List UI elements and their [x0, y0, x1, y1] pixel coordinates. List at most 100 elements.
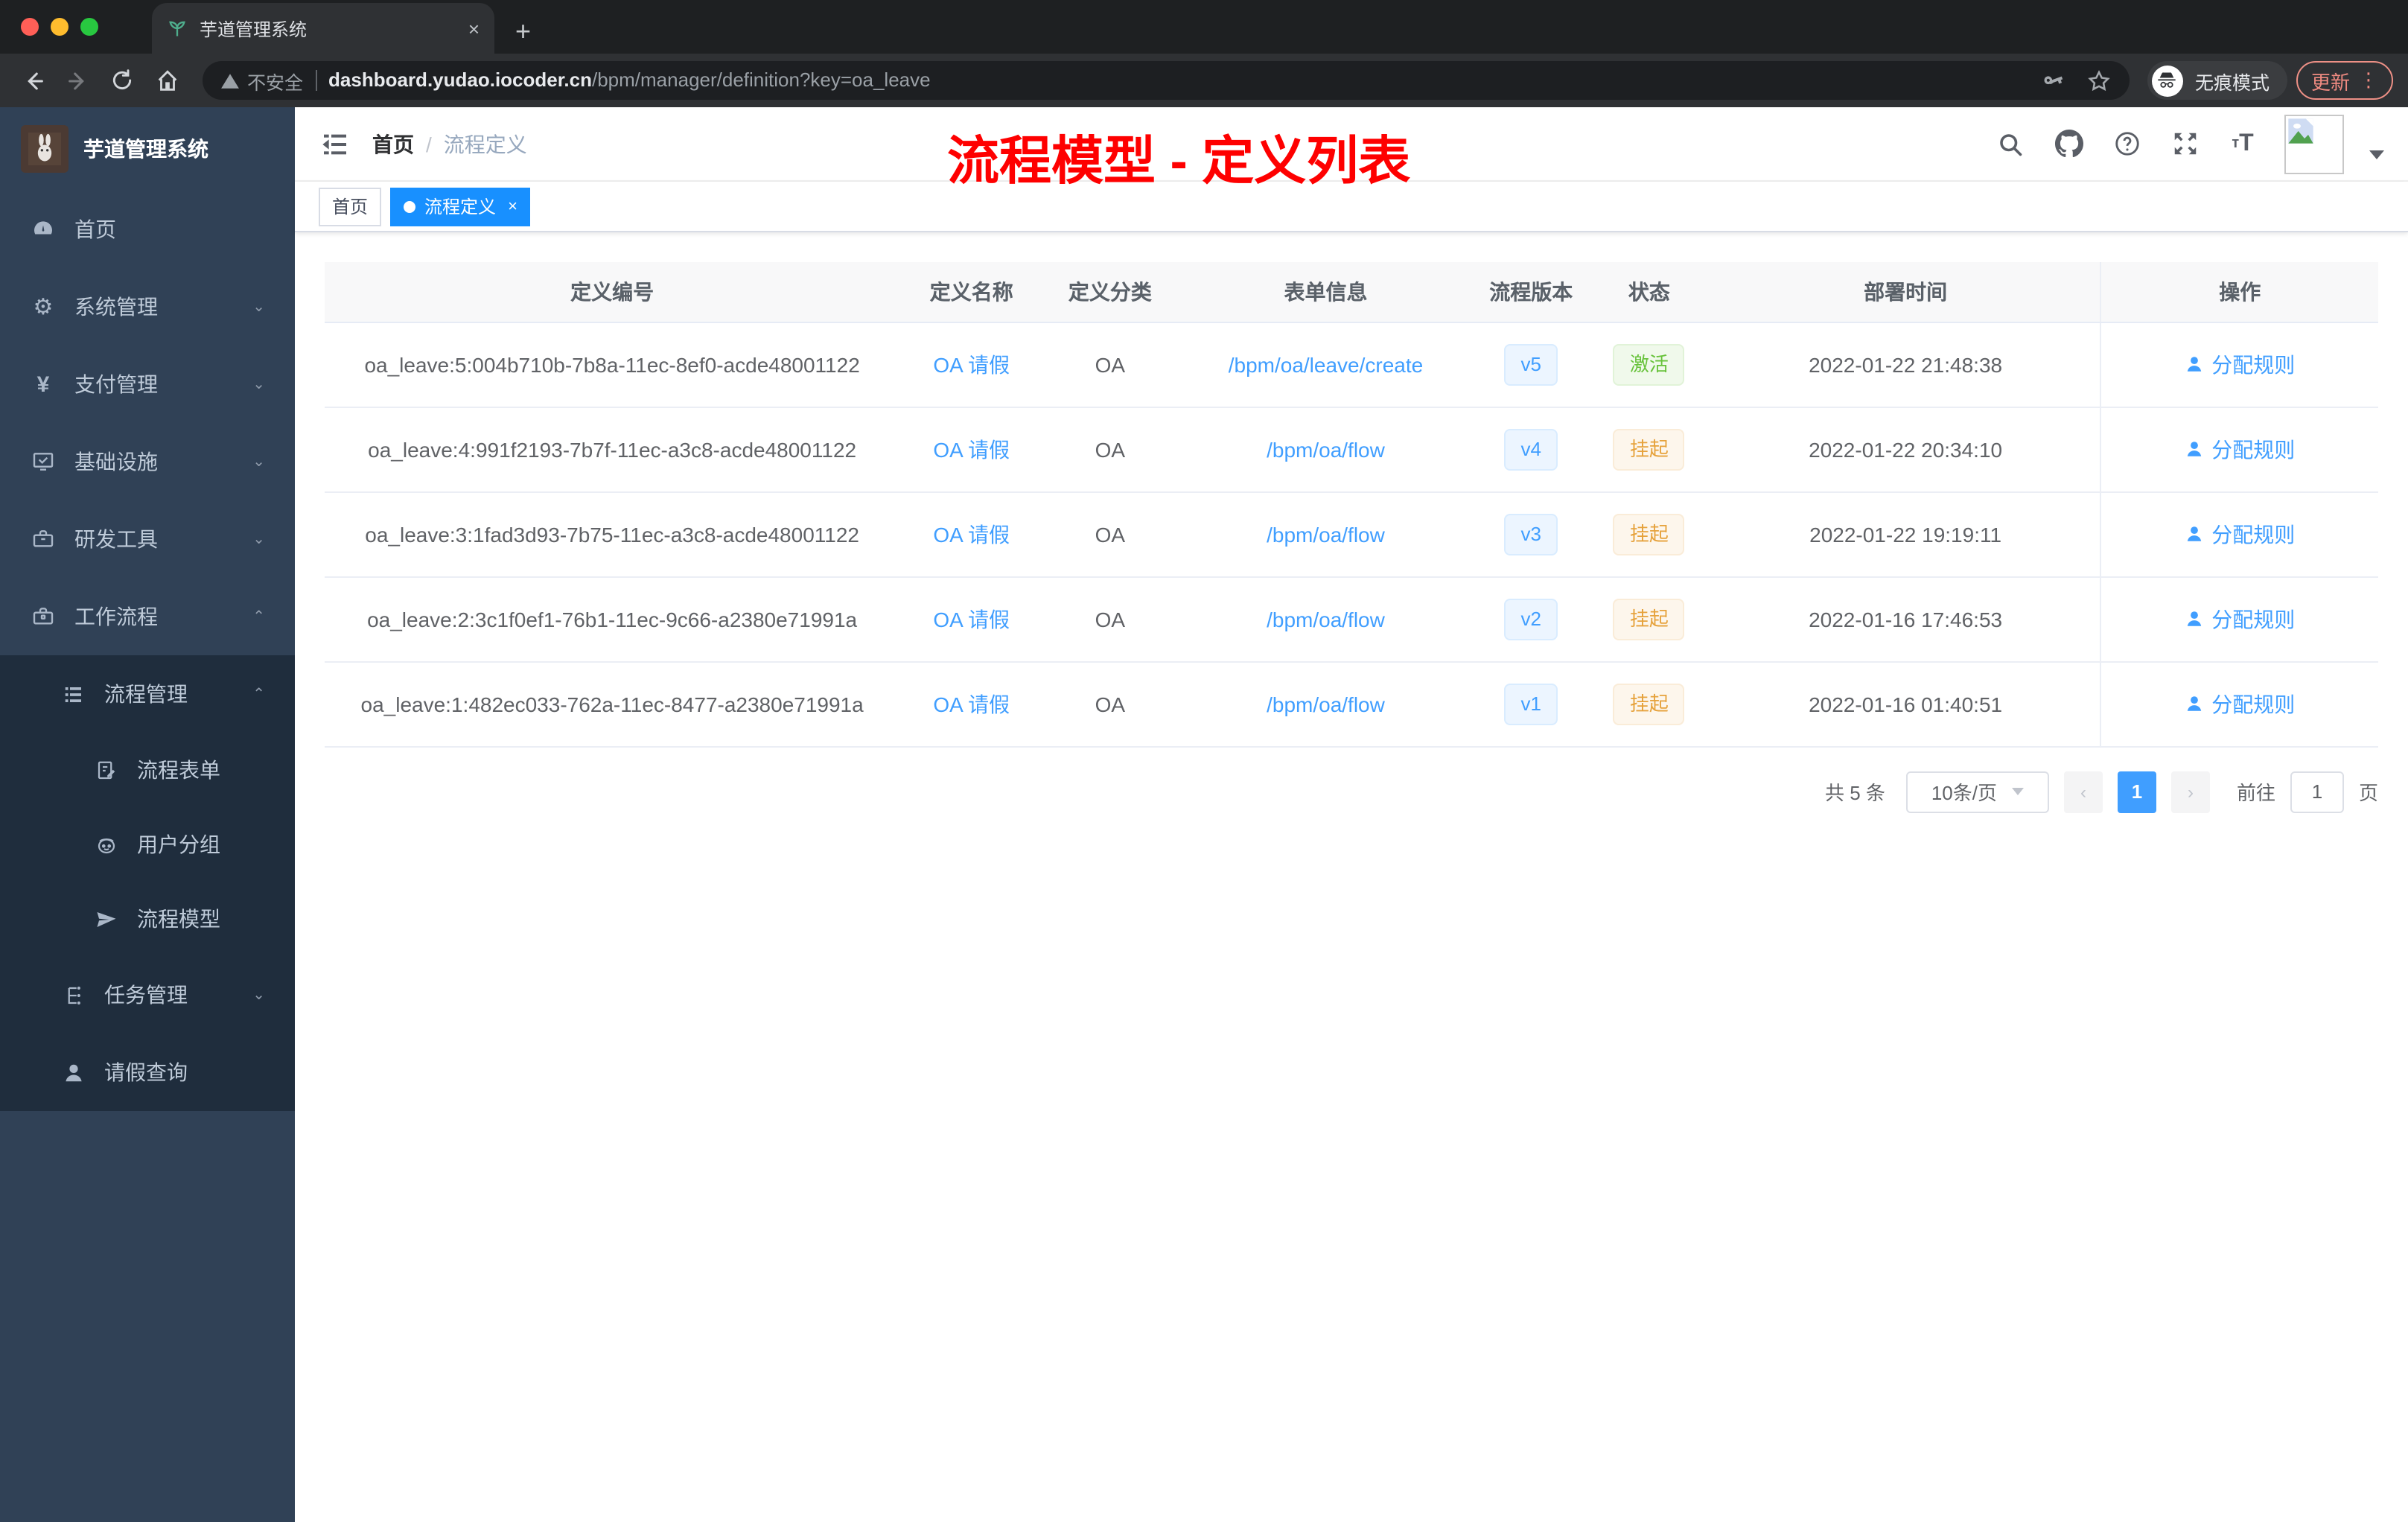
back-icon[interactable] [15, 63, 51, 98]
definition-name-link[interactable]: OA 请假 [933, 607, 1010, 631]
status-badge: 挂起 [1613, 683, 1685, 725]
goto-label: 前往 [2236, 782, 2275, 804]
goto-page-input[interactable] [2290, 771, 2344, 812]
send-icon [92, 908, 119, 930]
main-area: 流程模型 - 定义列表 首页 / 流程定义 т T 首页 流程定义 × 定义编号… [295, 107, 2408, 1522]
forward-icon[interactable] [60, 63, 95, 98]
yen-icon: ¥ [36, 372, 50, 397]
breadcrumb-separator: / [426, 132, 432, 156]
sidebar-logo[interactable]: 芋道管理系统 [0, 107, 295, 191]
tree-icon [60, 984, 86, 1006]
tag-close-icon[interactable]: × [508, 197, 517, 215]
col-deploy-time: 部署时间 [1710, 262, 2101, 322]
cell-deploy-time: 2022-01-16 17:46:53 [1710, 576, 2101, 662]
table-row: oa_leave:1:482ec033-762a-11ec-8477-a2380… [325, 661, 2378, 747]
status-badge: 挂起 [1613, 428, 1685, 470]
browser-toolbar: 不安全 dashboard.yudao.iocoder.cn/bpm/manag… [0, 54, 2408, 107]
reload-icon[interactable] [104, 63, 140, 98]
security-chip[interactable]: 不安全 [220, 66, 303, 95]
assign-rule-button[interactable]: 分配规则 [2185, 604, 2295, 634]
sidebar-item-task-manage[interactable]: 任务管理 ⌄ [0, 956, 295, 1034]
page-number-1[interactable]: 1 [2117, 771, 2156, 812]
sidebar-item-process-model[interactable]: 流程模型 [0, 882, 295, 956]
dashboard-icon [30, 217, 57, 241]
monitor-icon [30, 450, 57, 474]
window-zoom-button[interactable] [80, 18, 98, 36]
cell-category: OA [1043, 491, 1177, 577]
github-icon[interactable] [2052, 127, 2085, 160]
bookmark-star-icon[interactable] [2086, 68, 2112, 93]
form-link[interactable]: /bpm/oa/flow [1267, 607, 1385, 631]
browser-tab[interactable]: 芋道管理系统 × [152, 3, 494, 54]
next-page-button[interactable]: › [2170, 771, 2210, 812]
definition-name-link[interactable]: OA 请假 [933, 522, 1010, 546]
select-caret-icon [2012, 788, 2024, 795]
sidebar-item-pay[interactable]: ¥ 支付管理 ⌄ [0, 346, 295, 423]
favicon-sprout-icon [167, 18, 188, 39]
browser-update-button[interactable]: 更新 ⋮ [2296, 61, 2393, 100]
assign-rule-button[interactable]: 分配规则 [2185, 689, 2295, 719]
tag-home[interactable]: 首页 [319, 187, 382, 226]
sidebar-item-workflow[interactable]: 工作流程 ⌃ [0, 578, 295, 655]
window-close-button[interactable] [21, 18, 39, 36]
sidebar-item-home[interactable]: 首页 [0, 191, 295, 268]
definition-name-link[interactable]: OA 请假 [933, 352, 1010, 376]
password-key-icon[interactable] [2042, 69, 2065, 92]
fullscreen-icon[interactable] [2168, 127, 2201, 160]
prev-page-button[interactable]: ‹ [2063, 771, 2103, 812]
browser-menu-kebab-icon[interactable]: ⋮ [2359, 69, 2378, 92]
incognito-icon [2151, 65, 2183, 96]
version-badge: v3 [1504, 513, 1558, 555]
home-icon[interactable] [149, 63, 185, 98]
form-link[interactable]: /bpm/oa/flow [1267, 437, 1385, 461]
search-icon[interactable] [1994, 127, 2027, 160]
tab-close-icon[interactable]: × [468, 17, 480, 39]
incognito-label: 无痕模式 [2194, 72, 2270, 93]
definition-name-link[interactable]: OA 请假 [933, 437, 1010, 461]
app-title: 芋道管理系统 [83, 137, 208, 161]
user-icon [60, 1061, 86, 1083]
page-content: 定义编号 定义名称 定义分类 表单信息 流程版本 状态 部署时间 操作 oa_l [295, 232, 2408, 1522]
sidebar-item-user-group[interactable]: 用户分组 [0, 807, 295, 882]
breadcrumb: 首页 / 流程定义 [372, 129, 527, 159]
sidebar-item-leave-query[interactable]: 请假查询 [0, 1034, 295, 1111]
url-bar[interactable]: 不安全 dashboard.yudao.iocoder.cn/bpm/manag… [203, 61, 2130, 100]
form-link[interactable]: /bpm/oa/flow [1267, 522, 1385, 546]
sidebar-collapse-icon[interactable] [319, 127, 351, 160]
form-link[interactable]: /bpm/oa/flow [1267, 692, 1385, 716]
assign-rule-button[interactable]: 分配规则 [2185, 349, 2295, 379]
col-status: 状态 [1587, 262, 1711, 322]
page-suffix-label: 页 [2358, 782, 2378, 804]
page-size-select[interactable]: 10条/页 [1905, 771, 2049, 812]
col-actions: 操作 [2100, 262, 2378, 322]
col-process-version: 流程版本 [1474, 262, 1588, 322]
browser-tabstrip: 芋道管理系统 × + [0, 0, 2408, 54]
sidebar-item-devtools[interactable]: 研发工具 ⌄ [0, 500, 295, 578]
sidebar-item-process-form[interactable]: 流程表单 [0, 733, 295, 807]
definition-name-link[interactable]: OA 请假 [933, 692, 1010, 716]
avatar-dropdown-caret-icon[interactable] [2369, 150, 2384, 159]
avatar[interactable] [2284, 114, 2344, 173]
gear-icon: ⚙ [33, 295, 54, 320]
col-definition-category: 定义分类 [1043, 262, 1177, 322]
form-link[interactable]: /bpm/oa/leave/create [1229, 352, 1424, 376]
font-size-icon[interactable]: тT [2226, 127, 2259, 160]
new-tab-button[interactable]: + [515, 18, 531, 45]
help-icon[interactable] [2110, 127, 2143, 160]
sidebar-item-infra[interactable]: 基础设施 ⌄ [0, 423, 295, 500]
logo-image [21, 125, 69, 173]
sidebar-item-system[interactable]: ⚙ 系统管理 ⌄ [0, 268, 295, 346]
chevron-down-icon: ⌄ [252, 453, 265, 470]
assign-rule-button[interactable]: 分配规则 [2185, 434, 2295, 464]
breadcrumb-home[interactable]: 首页 [372, 129, 414, 159]
window-minimize-button[interactable] [51, 18, 69, 36]
cell-definition-id: oa_leave:4:991f2193-7b7f-11ec-a3c8-acde4… [325, 407, 900, 492]
table-header-row: 定义编号 定义名称 定义分类 表单信息 流程版本 状态 部署时间 操作 [325, 262, 2378, 322]
list-icon [60, 683, 86, 705]
sidebar-item-process-manage[interactable]: 流程管理 ⌃ [0, 655, 295, 733]
url-host: dashboard.yudao.iocoder.cn [328, 69, 592, 91]
tag-process-definition[interactable]: 流程定义 × [390, 187, 531, 226]
url-divider [315, 70, 317, 91]
cell-category: OA [1043, 407, 1177, 492]
assign-rule-button[interactable]: 分配规则 [2185, 519, 2295, 549]
